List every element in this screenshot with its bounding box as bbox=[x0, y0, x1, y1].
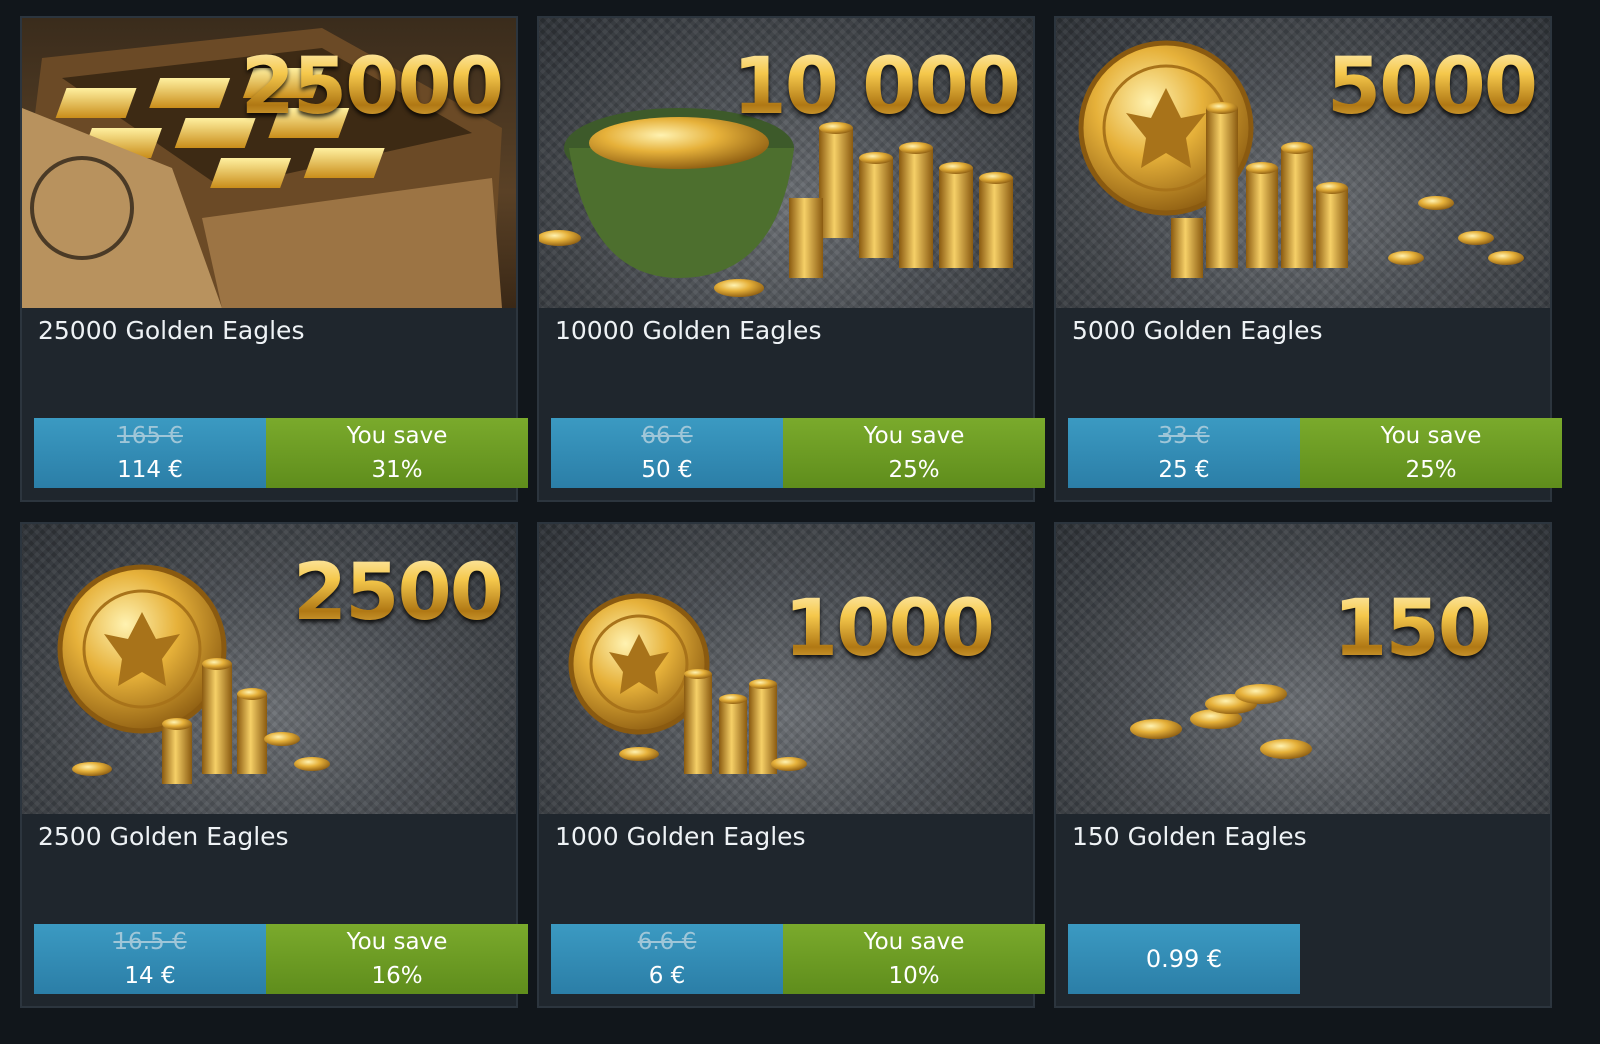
price-row: 16.5 € 14 € You save 16% bbox=[34, 924, 528, 994]
pack-amount-label: 150 bbox=[1333, 584, 1492, 674]
savings-percent: 16% bbox=[371, 963, 423, 989]
price-row: 66 € 50 € You save 25% bbox=[551, 418, 1045, 488]
pack-image: 5000 bbox=[1056, 18, 1550, 308]
savings-label: You save bbox=[346, 423, 448, 449]
store-grid: 25000 25000 Golden Eagles 165 € 114 € Yo… bbox=[20, 16, 1562, 1008]
buy-price-button[interactable]: 16.5 € 14 € bbox=[34, 924, 266, 994]
old-price: 165 € bbox=[117, 423, 183, 449]
savings-label: You save bbox=[863, 929, 965, 955]
pack-title: 2500 Golden Eagles bbox=[38, 822, 289, 851]
savings-badge: You save 10% bbox=[783, 924, 1045, 994]
pack-card-1000[interactable]: 1000 1000 Golden Eagles 6.6 € 6 € You sa… bbox=[537, 522, 1045, 1008]
current-price: 114 € bbox=[117, 457, 183, 483]
price-row: 165 € 114 € You save 31% bbox=[34, 418, 528, 488]
pack-title: 10000 Golden Eagles bbox=[555, 316, 822, 345]
pack-title: 25000 Golden Eagles bbox=[38, 316, 305, 345]
pack-title: 150 Golden Eagles bbox=[1072, 822, 1307, 851]
pack-image: 25000 bbox=[22, 18, 516, 308]
pack-title: 1000 Golden Eagles bbox=[555, 822, 806, 851]
old-price: 66 € bbox=[641, 423, 693, 449]
current-price: 6 € bbox=[648, 963, 686, 989]
buy-price-button[interactable]: 165 € 114 € bbox=[34, 418, 266, 488]
buy-price-button[interactable]: 66 € 50 € bbox=[551, 418, 783, 488]
old-price: 16.5 € bbox=[113, 929, 187, 955]
savings-badge: You save 31% bbox=[266, 418, 528, 488]
buy-price-button[interactable]: 33 € 25 € bbox=[1068, 418, 1300, 488]
pack-image: 1000 bbox=[539, 524, 1033, 814]
current-price: 50 € bbox=[641, 457, 693, 483]
pack-card-10000[interactable]: 10 000 10000 Golden Eagles 66 € 50 € You… bbox=[537, 16, 1045, 502]
current-price: 0.99 € bbox=[1145, 945, 1223, 973]
pack-card-150[interactable]: 150 150 Golden Eagles 0.99 € bbox=[1054, 522, 1552, 1008]
savings-label: You save bbox=[1380, 423, 1482, 449]
pack-amount-label: 1000 bbox=[783, 584, 995, 674]
pack-amount-label: 25000 bbox=[240, 42, 504, 132]
buy-price-button[interactable]: 6.6 € 6 € bbox=[551, 924, 783, 994]
price-row: 0.99 € bbox=[1068, 924, 1300, 994]
current-price: 25 € bbox=[1158, 457, 1210, 483]
savings-badge: You save 25% bbox=[1300, 418, 1562, 488]
pack-card-2500[interactable]: 2500 2500 Golden Eagles 16.5 € 14 € You … bbox=[20, 522, 528, 1008]
savings-badge: You save 25% bbox=[783, 418, 1045, 488]
savings-percent: 10% bbox=[888, 963, 940, 989]
savings-label: You save bbox=[863, 423, 965, 449]
pack-title: 5000 Golden Eagles bbox=[1072, 316, 1323, 345]
savings-percent: 25% bbox=[888, 457, 940, 483]
pack-card-25000[interactable]: 25000 25000 Golden Eagles 165 € 114 € Yo… bbox=[20, 16, 528, 502]
pack-amount-label: 5000 bbox=[1326, 42, 1538, 132]
current-price: 14 € bbox=[124, 963, 176, 989]
price-row: 6.6 € 6 € You save 10% bbox=[551, 924, 1045, 994]
buy-price-button[interactable]: 0.99 € bbox=[1068, 924, 1300, 994]
pack-amount-label: 10 000 bbox=[732, 42, 1021, 132]
savings-badge: You save 16% bbox=[266, 924, 528, 994]
price-row: 33 € 25 € You save 25% bbox=[1068, 418, 1562, 488]
old-price: 33 € bbox=[1158, 423, 1210, 449]
savings-label: You save bbox=[346, 929, 448, 955]
pack-amount-label: 2500 bbox=[292, 548, 504, 638]
pack-image: 150 bbox=[1056, 524, 1550, 814]
pack-image: 2500 bbox=[22, 524, 516, 814]
pack-card-5000[interactable]: 5000 5000 Golden Eagles 33 € 25 € You sa… bbox=[1054, 16, 1562, 502]
savings-percent: 25% bbox=[1405, 457, 1457, 483]
pack-image: 10 000 bbox=[539, 18, 1033, 308]
old-price: 6.6 € bbox=[637, 929, 697, 955]
savings-percent: 31% bbox=[371, 457, 423, 483]
